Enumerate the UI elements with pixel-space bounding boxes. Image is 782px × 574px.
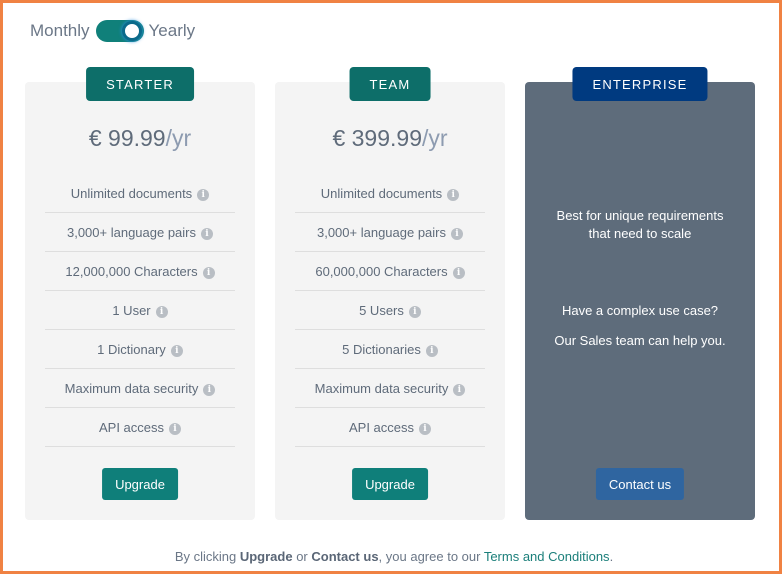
footer-upgrade-emphasis: Upgrade [239,549,293,564]
terms-link[interactable]: Terms and Conditions [484,549,610,564]
info-icon[interactable]: i [202,266,215,279]
feature-item: 1 User i [45,291,235,330]
upgrade-button-starter[interactable]: Upgrade [102,468,178,500]
price-period: /yr [421,125,448,151]
feature-label: Maximum data security [314,380,449,396]
feature-item: 12,000,000 Characters i [45,252,235,291]
footer-contact-emphasis: Contact us [311,549,379,564]
plan-price: € 399.99/yr [275,125,505,152]
terms-notice: By clicking Upgrade or Contact us, you a… [3,549,782,564]
feature-label: 12,000,000 Characters [65,263,198,279]
feature-item: 5 Dictionaries i [295,330,485,369]
feature-item: 1 Dictionary i [45,330,235,369]
contact-us-button[interactable]: Contact us [595,468,685,500]
plan-card-team: TEAM € 399.99/yr Unlimited documents i 3,… [275,67,505,520]
toggle-knob[interactable] [121,21,142,41]
feature-label: 60,000,000 Characters [315,263,448,279]
feature-label: 1 User [112,302,151,318]
footer-text: or [292,549,312,564]
feature-item: API access i [295,408,485,447]
feature-label: 5 Users [359,302,404,318]
plan-badge: ENTERPRISE [572,67,708,101]
feature-label: API access [98,419,165,435]
feature-label: Unlimited documents [70,185,193,201]
feature-list: Unlimited documents i 3,000+ language pai… [45,174,235,447]
feature-label: 3,000+ language pairs [66,224,197,240]
footer-text: . [609,549,614,564]
feature-item: Unlimited documents i [45,174,235,213]
plan-badge: TEAM [349,67,431,101]
feature-item: API access i [45,408,235,447]
info-icon[interactable]: i [408,305,421,318]
yearly-label[interactable]: Yearly [149,21,196,41]
upgrade-button-team[interactable]: Upgrade [352,468,428,500]
billing-toggle[interactable] [95,20,144,42]
price-amount: € 399.99 [332,125,422,151]
info-icon[interactable]: i [170,344,183,357]
info-icon[interactable]: i [425,344,438,357]
plan-price: € 99.99/yr [25,125,255,152]
feature-item: Unlimited documents i [295,174,485,213]
info-icon[interactable]: i [451,227,464,240]
plan-card-enterprise: ENTERPRISE Best for unique requirements … [525,67,755,520]
feature-item: 60,000,000 Characters i [295,252,485,291]
feature-list: Unlimited documents i 3,000+ language pai… [295,174,485,447]
info-icon[interactable]: i [155,305,168,318]
feature-label: Maximum data security [64,380,199,396]
plan-card-starter: STARTER € 99.99/yr Unlimited documents i … [25,67,255,520]
info-icon[interactable]: i [197,188,210,201]
feature-label: Unlimited documents [320,185,443,201]
feature-label: 1 Dictionary [97,341,166,357]
info-icon[interactable]: i [452,266,465,279]
feature-label: 5 Dictionaries [342,341,421,357]
info-icon[interactable]: i [419,422,432,435]
footer-text: , you agree to our [378,549,484,564]
info-icon[interactable]: i [447,188,460,201]
info-icon[interactable]: i [203,383,216,396]
price-amount: € 99.99 [88,125,166,151]
info-icon[interactable]: i [201,227,214,240]
info-icon[interactable]: i [169,422,182,435]
feature-item: 3,000+ language pairs i [295,213,485,252]
enterprise-question: Have a complex use case? [561,303,719,318]
feature-item: 3,000+ language pairs i [45,213,235,252]
price-period: /yr [165,125,192,151]
footer-text: By clicking [174,549,240,564]
feature-label: API access [348,419,415,435]
page-frame: Monthly Yearly STARTER € 99.99/yr Unlimi… [0,0,782,574]
tagline-line: that need to scale [588,226,692,241]
enterprise-tagline: Best for unique requirements that need t… [525,207,755,243]
feature-item: Maximum data security i [45,369,235,408]
tagline-line: Best for unique requirements [556,208,724,223]
monthly-label[interactable]: Monthly [30,21,90,41]
feature-item: 5 Users i [295,291,485,330]
feature-item: Maximum data security i [295,369,485,408]
feature-label: 3,000+ language pairs [316,224,447,240]
enterprise-help: Our Sales team can help you. [554,333,726,348]
billing-period-switch: Monthly Yearly [30,19,195,43]
info-icon[interactable]: i [453,383,466,396]
plan-badge: STARTER [86,67,194,101]
